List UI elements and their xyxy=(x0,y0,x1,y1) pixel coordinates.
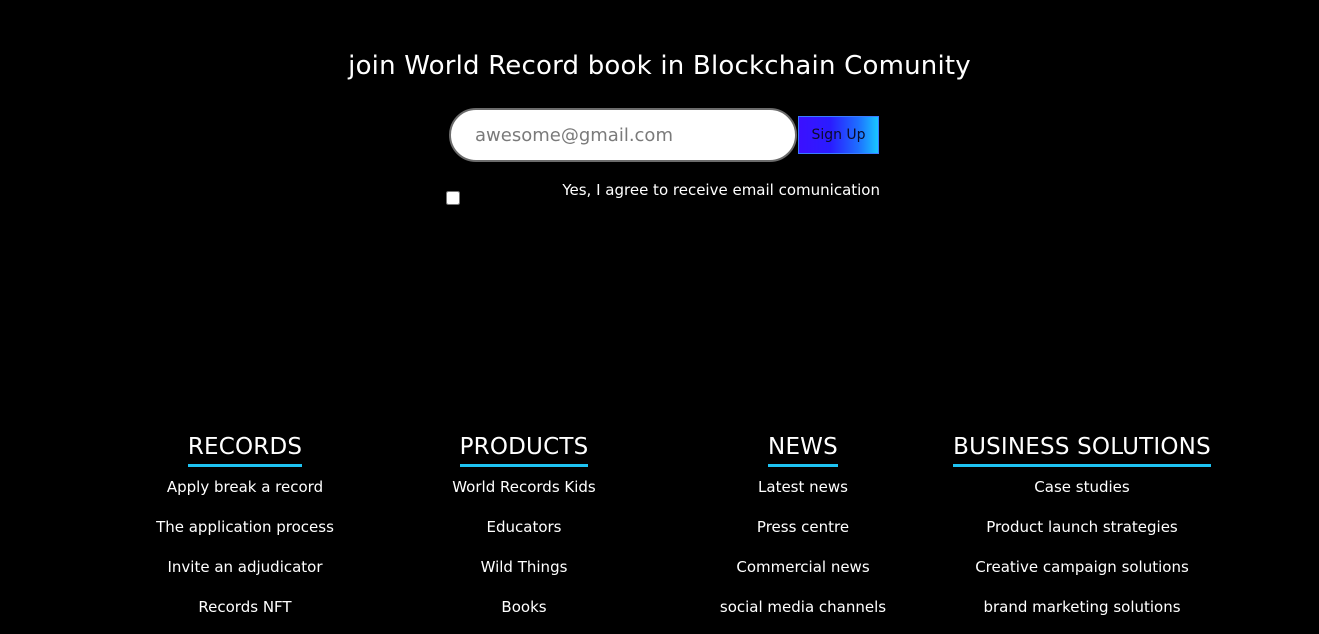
footer-link-case-studies[interactable]: Case studies xyxy=(1034,478,1129,496)
footer-column-business-solutions: BUSINESS SOLUTIONS Case studies Product … xyxy=(952,432,1212,634)
list-item: Latest news xyxy=(703,477,903,517)
agree-checkbox[interactable] xyxy=(446,191,460,205)
list-item: Books xyxy=(424,597,624,634)
footer-link-world-records-kids[interactable]: World Records Kids xyxy=(452,478,596,496)
list-item: Case studies xyxy=(952,477,1212,517)
footer-links-news: Latest news Press centre Commercial news… xyxy=(703,477,903,634)
list-item: brand marketing solutions xyxy=(952,597,1212,634)
footer-link-books[interactable]: Books xyxy=(501,598,546,616)
list-item: Press centre xyxy=(703,517,903,557)
list-item: Apply break a record xyxy=(145,477,345,517)
newsletter-title: join World Record book in Blockchain Com… xyxy=(348,51,971,81)
footer-links-products: World Records Kids Educators Wild Things… xyxy=(424,477,624,634)
list-item: Wild Things xyxy=(424,557,624,597)
footer-link-apply-break-record[interactable]: Apply break a record xyxy=(167,478,323,496)
list-item: social media channels xyxy=(703,597,903,634)
footer-column-news: NEWS Latest news Press centre Commercial… xyxy=(703,432,903,634)
footer-links-business-solutions: Case studies Product launch strategies C… xyxy=(952,477,1212,634)
footer-links-records: Apply break a record The application pro… xyxy=(145,477,345,634)
footer-column-records: RECORDS Apply break a record The applica… xyxy=(145,432,345,634)
list-item: Product launch strategies xyxy=(952,517,1212,557)
footer-link-commercial-news[interactable]: Commercial news xyxy=(736,558,869,576)
footer-link-educators[interactable]: Educators xyxy=(487,518,562,536)
footer-link-invite-adjudicator[interactable]: Invite an adjudicator xyxy=(167,558,322,576)
footer-link-press-centre[interactable]: Press centre xyxy=(757,518,849,536)
list-item: Creative campaign solutions xyxy=(952,557,1212,597)
page: join World Record book in Blockchain Com… xyxy=(0,0,1319,634)
list-item: Records NFT xyxy=(145,597,345,634)
list-item: Commercial news xyxy=(703,557,903,597)
footer-link-brand-marketing-solutions[interactable]: brand marketing solutions xyxy=(983,598,1180,616)
list-item: Educators xyxy=(424,517,624,557)
footer-column-products: PRODUCTS World Records Kids Educators Wi… xyxy=(424,432,624,634)
footer-link-product-launch-strategies[interactable]: Product launch strategies xyxy=(986,518,1178,536)
footer-heading-business-solutions: BUSINESS SOLUTIONS xyxy=(953,432,1211,467)
footer-link-records-nft[interactable]: Records NFT xyxy=(198,598,291,616)
list-item: The application process xyxy=(145,517,345,557)
list-item: World Records Kids xyxy=(424,477,624,517)
footer-link-social-media-channels[interactable]: social media channels xyxy=(720,598,886,616)
footer-link-wild-things[interactable]: Wild Things xyxy=(481,558,568,576)
footer-link-latest-news[interactable]: Latest news xyxy=(758,478,848,496)
agree-label: Yes, I agree to receive email comunicati… xyxy=(562,181,880,199)
email-input[interactable] xyxy=(449,108,797,162)
footer-heading-records: RECORDS xyxy=(187,432,303,467)
footer-link-creative-campaign-solutions[interactable]: Creative campaign solutions xyxy=(975,558,1189,576)
footer-link-application-process[interactable]: The application process xyxy=(156,518,334,536)
signup-button[interactable]: Sign Up xyxy=(798,116,879,154)
footer-heading-products: PRODUCTS xyxy=(459,432,589,467)
list-item: Invite an adjudicator xyxy=(145,557,345,597)
footer-heading-news: NEWS xyxy=(768,432,838,467)
